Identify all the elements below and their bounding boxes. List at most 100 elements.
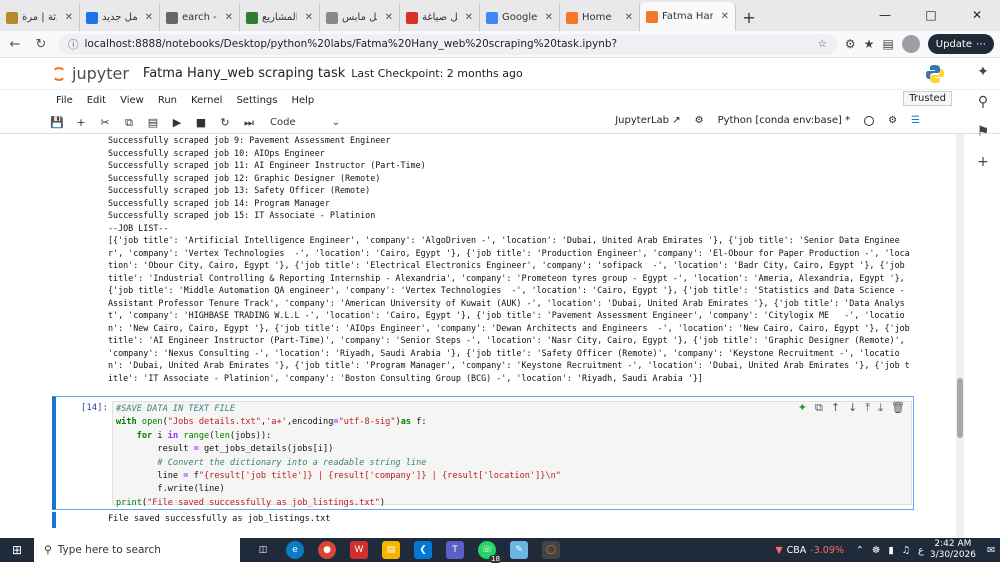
tab-close-icon[interactable]: ✕ [625,12,633,23]
list-icon[interactable]: ☰ [911,115,920,126]
python-logo-icon [926,65,944,83]
windows-taskbar: ⊞ ⚲ Type here to search ◫ e ● W ▤ ❮ T ☏ 1… [0,538,1000,563]
url-field[interactable]: ⓘ localhost:8888/notebooks/Desktop/pytho… [58,33,837,55]
volume-icon[interactable]: ♫ [902,545,911,556]
browser-tab[interactable]: إضافة عمل جديد ✕ [80,4,160,31]
restart-run-all-icon[interactable]: ⏭ [242,116,256,130]
stock-widget[interactable]: ▼ CBA -3.09% [775,545,844,556]
menu-edit[interactable]: Edit [87,95,106,106]
taskbar-clock[interactable]: 2:42 AM 3/30/2026 [930,539,976,561]
tab-label: Fatma Hany_ [662,11,713,22]
kernel-status-icon [864,115,875,126]
menu-view[interactable]: View [120,95,144,106]
maximize-button[interactable]: □ [908,0,954,31]
menu-settings[interactable]: Settings [236,95,277,106]
extensions-icon[interactable]: ⚙ [845,37,856,51]
stop-icon[interactable]: ■ [194,116,208,129]
code-editor[interactable]: #SAVE DATA IN TEXT FILE with open("Jobs … [112,401,912,508]
shopping-icon[interactable]: ⚑ [977,124,990,140]
menu-run[interactable]: Run [158,95,177,106]
cell-type-select[interactable]: Code ⌄ [266,115,344,131]
notes-icon[interactable]: ✎ [510,541,528,559]
bug-icon[interactable]: ⚙ [888,115,897,126]
kernel-name[interactable]: Python [conda env:base] * [718,115,851,126]
insert-above-icon[interactable]: ⤒ [865,401,870,415]
tab-close-icon[interactable]: ✕ [225,12,233,23]
taskbar-search[interactable]: ⚲ Type here to search [34,538,240,562]
copy-icon[interactable]: ⧉ [122,116,136,130]
favorites-icon[interactable]: ★ [864,37,875,51]
close-window-button[interactable]: ✕ [954,0,1000,31]
language-icon[interactable]: ع [918,545,924,556]
browser-tab[interactable]: earch - كفيل ✕ [160,4,240,31]
insert-below-icon[interactable]: ⤓ [878,401,883,415]
browser-tab[interactable]: جوجل مابس ✕ [320,4,400,31]
tab-close-icon[interactable]: ✕ [545,12,553,23]
menu-file[interactable]: File [56,95,73,106]
reload-icon[interactable]: ↻ [32,37,50,52]
browser-tab[interactable]: Home ✕ [560,4,640,31]
teams-icon[interactable]: T [446,541,464,559]
site-info-icon[interactable]: ⓘ [68,37,79,52]
browser-tab[interactable]: المشاريع ✕ [240,4,320,31]
tab-close-icon[interactable]: ✕ [721,11,729,22]
new-tab-button[interactable]: + [736,4,762,31]
profile-avatar[interactable] [901,35,920,53]
update-button[interactable]: Update ⋯ [927,34,994,54]
trusted-badge[interactable]: Trusted [903,91,952,106]
scrollbar-thumb[interactable] [957,378,963,438]
back-icon[interactable]: ← [6,37,24,52]
browser-tab[interactable]: Fatma Hany_ ✕ [640,2,736,31]
browser-tab[interactable]: محل صياغة ✕ [400,4,480,31]
ai-sparkle-icon[interactable]: ✦ [798,401,807,415]
chrome-icon[interactable]: ● [318,541,336,559]
notebook-scrollbar[interactable] [956,134,964,538]
tab-close-icon[interactable]: ✕ [305,12,313,23]
save-icon[interactable]: 💾 [50,116,64,129]
wifi-icon[interactable]: ☸ [872,545,881,556]
duplicate-icon[interactable]: ⧉ [815,401,823,415]
minimize-button[interactable]: — [862,0,908,31]
browser-tab[interactable]: Google Gem ✕ [480,4,560,31]
windows-start-icon[interactable]: ⊞ [0,543,34,557]
add-cell-icon[interactable]: + [74,116,88,129]
task-view-icon[interactable]: ◫ [254,541,272,559]
tab-close-icon[interactable]: ✕ [385,12,393,23]
file-explorer-icon[interactable]: ▤ [382,541,400,559]
tab-close-icon[interactable]: ✕ [65,12,73,23]
collections-icon[interactable]: ▤ [882,37,893,51]
browser-tab-strip: المحادثة | مرة✕إضافة عمل جديد✕earch - كف… [0,0,1000,31]
notebook-title[interactable]: Fatma Hany_web scraping task [143,66,345,81]
jupyter-taskbar-icon[interactable]: ◯ [542,541,560,559]
code-comment-save: #SAVE DATA IN TEXT FILE [116,404,235,414]
settings-icon[interactable]: ⚙ [695,115,704,126]
jupyter-logo[interactable]: jupyter [52,64,129,83]
add-sidebar-icon[interactable]: + [977,154,989,170]
chevron-up-icon[interactable]: ⌃ [856,545,864,556]
whatsapp-icon[interactable]: ☏ 18 [478,541,502,563]
browser-tab[interactable]: المحادثة | مرة ✕ [0,4,80,31]
stock-name: CBA [786,544,807,556]
tab-close-icon[interactable]: ✕ [465,12,473,23]
delete-icon[interactable]: 🗑 [891,401,905,415]
wps-icon[interactable]: W [350,541,368,559]
move-down-icon[interactable]: ↓ [848,401,857,415]
code-cell[interactable]: [14]: #SAVE DATA IN TEXT FILE with open(… [52,396,914,510]
notifications-icon[interactable]: ✉ [982,545,1000,556]
paste-icon[interactable]: ▤ [146,116,160,129]
menu-kernel[interactable]: Kernel [191,95,222,106]
vscode-icon[interactable]: ❮ [414,541,432,559]
tab-close-icon[interactable]: ✕ [145,12,153,23]
run-icon[interactable]: ▶ [170,116,184,129]
jupyterlab-link[interactable]: JupyterLab ↗ [615,115,680,126]
battery-icon[interactable]: ▮ [888,545,893,556]
cut-icon[interactable]: ✂ [98,116,112,129]
menu-help[interactable]: Help [291,95,314,106]
edge-icon[interactable]: e [286,541,304,559]
code-comment-convert: # Convert the dictionary into a readable… [157,457,427,468]
copilot-icon[interactable]: ✦ [977,64,989,80]
move-up-icon[interactable]: ↑ [831,401,840,415]
bookmark-star-icon[interactable]: ☆ [817,38,826,50]
search-icon[interactable]: ⚲ [978,94,988,110]
restart-icon[interactable]: ↻ [218,116,232,129]
